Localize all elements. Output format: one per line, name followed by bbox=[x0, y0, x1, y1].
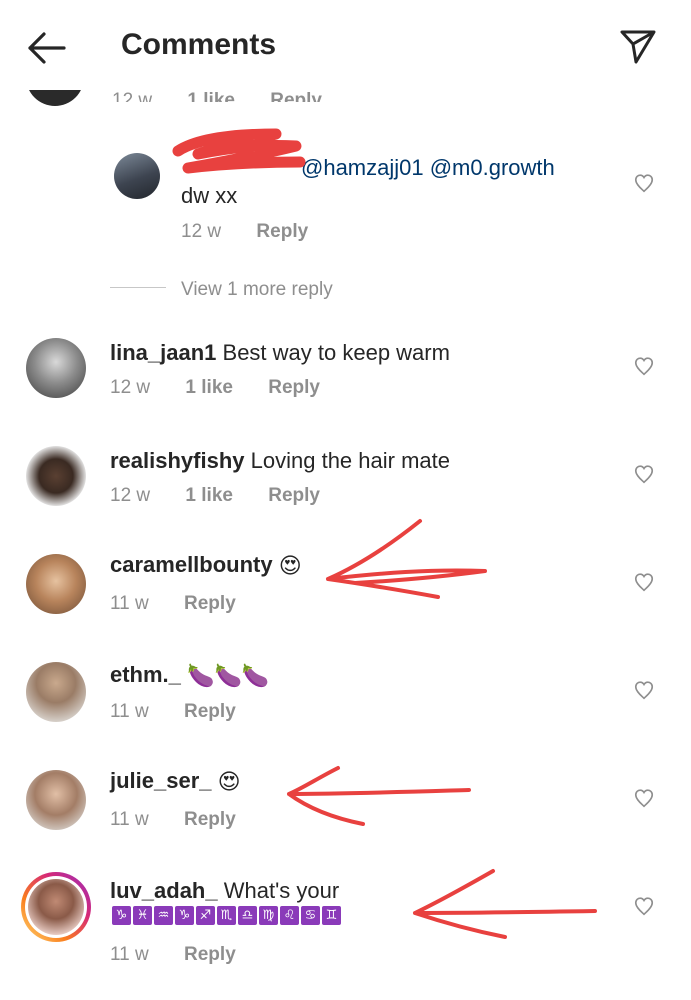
reply-button[interactable]: Reply bbox=[256, 221, 308, 242]
comment-text: caramellbounty 😍 bbox=[110, 552, 302, 579]
comment-text: realishyfishy Loving the hair mate bbox=[110, 448, 450, 474]
comment-time: 11 w bbox=[110, 809, 149, 830]
reply-button[interactable]: Reply bbox=[268, 485, 320, 506]
red-arrow-annotation bbox=[326, 519, 487, 599]
avatar-photo bbox=[28, 879, 84, 935]
comment-meta: 11 w Reply bbox=[110, 701, 236, 723]
reply-text: dw xx bbox=[181, 183, 238, 208]
heart-icon[interactable] bbox=[633, 895, 655, 917]
reply-button[interactable]: Reply bbox=[184, 944, 236, 965]
heart-icon[interactable] bbox=[633, 355, 655, 377]
heart-eyes-emoji: 😍 bbox=[278, 553, 302, 579]
aquarius-icon: ♒ bbox=[154, 906, 173, 925]
comment-meta: 11 w Reply bbox=[110, 944, 236, 966]
comment-time: 12 w bbox=[112, 90, 153, 102]
avatar[interactable] bbox=[26, 338, 86, 398]
comment-username[interactable]: luv_adah_ bbox=[110, 878, 218, 903]
reply-button[interactable]: Reply bbox=[184, 593, 236, 614]
reply-button[interactable]: Reply bbox=[184, 809, 236, 830]
mention-links[interactable]: @hamzajj01 @m0.growth bbox=[301, 155, 555, 180]
capricorn-icon: ♑ bbox=[112, 906, 131, 925]
reply-button[interactable]: Reply bbox=[270, 90, 322, 102]
heart-icon[interactable] bbox=[633, 787, 655, 809]
heart-icon[interactable] bbox=[633, 679, 655, 701]
comment-time: 12 w bbox=[181, 221, 222, 242]
avatar[interactable] bbox=[26, 554, 86, 614]
libra-icon: ♎ bbox=[238, 906, 257, 925]
comment-time: 11 w bbox=[110, 944, 149, 965]
comment-body: Loving the hair mate bbox=[250, 448, 450, 473]
cancer-icon: ♋ bbox=[301, 906, 320, 925]
comment-body: What's your bbox=[223, 878, 340, 903]
red-arrow-annotation bbox=[287, 766, 471, 826]
comment-meta: 12 w 1 like Reply bbox=[110, 485, 320, 507]
avatar[interactable] bbox=[26, 770, 86, 830]
comment-meta: 11 w Reply bbox=[110, 809, 236, 831]
reply-comment-text: @hamzajj01 @m0.growth bbox=[181, 155, 555, 181]
comment-body: Best way to keep warm bbox=[222, 340, 450, 365]
comment-text: lina_jaan1 Best way to keep warm bbox=[110, 340, 450, 366]
avatar[interactable] bbox=[114, 153, 160, 199]
reply-button[interactable]: Reply bbox=[184, 701, 236, 722]
comment-username[interactable]: ethm._ bbox=[110, 662, 181, 687]
comment-text: ethm._ 🍆🍆🍆 bbox=[110, 662, 269, 689]
leo-icon: ♌ bbox=[280, 906, 299, 925]
like-count[interactable]: 1 like bbox=[185, 377, 233, 398]
gemini-icon: ♊ bbox=[322, 906, 341, 925]
comment-time: 11 w bbox=[110, 701, 149, 722]
avatar[interactable] bbox=[26, 446, 86, 506]
reply-button[interactable]: Reply bbox=[268, 377, 320, 398]
virgo-icon: ♍ bbox=[259, 906, 278, 925]
comment-username[interactable]: lina_jaan1 bbox=[110, 340, 216, 365]
comment-meta: 11 w Reply bbox=[110, 593, 236, 615]
comment-time: 12 w bbox=[110, 485, 151, 506]
comment-time: 11 w bbox=[110, 593, 149, 614]
capricorn-icon: ♑ bbox=[175, 906, 194, 925]
view-more-replies[interactable]: View 1 more reply bbox=[181, 279, 333, 301]
scorpio-icon: ♏ bbox=[217, 906, 236, 925]
avatar[interactable] bbox=[26, 662, 86, 722]
red-arrow-annotation bbox=[413, 869, 597, 939]
back-arrow-icon[interactable] bbox=[24, 28, 68, 68]
comment-meta: 12 w Reply bbox=[181, 221, 308, 243]
heart-eyes-emoji: 😍 bbox=[217, 769, 241, 795]
header-bar: Comments bbox=[0, 0, 691, 90]
sagittarius-icon: ♐ bbox=[196, 906, 215, 925]
zodiac-symbols: ♑ ♓ ♒ ♑ ♐ ♏ ♎ ♍ ♌ ♋ ♊ bbox=[112, 906, 341, 925]
comment-username[interactable]: caramellbounty bbox=[110, 552, 273, 577]
heart-icon[interactable] bbox=[633, 571, 655, 593]
comment-username[interactable]: realishyfishy bbox=[110, 448, 245, 473]
view-more-divider bbox=[110, 287, 166, 288]
comment-text: julie_ser_ 😍 bbox=[110, 768, 241, 795]
pisces-icon: ♓ bbox=[133, 906, 152, 925]
comment-username[interactable]: julie_ser_ bbox=[110, 768, 212, 793]
comment-time: 12 w bbox=[110, 377, 151, 398]
comment-text: luv_adah_ What's your bbox=[110, 878, 339, 904]
page-title: Comments bbox=[121, 28, 277, 61]
like-count[interactable]: 1 like bbox=[185, 485, 233, 506]
comment-meta: 12 w 1 like Reply bbox=[110, 377, 320, 399]
eggplant-emoji: 🍆🍆🍆 bbox=[187, 663, 270, 689]
heart-icon[interactable] bbox=[633, 463, 655, 485]
send-icon[interactable] bbox=[618, 26, 658, 66]
heart-icon[interactable] bbox=[633, 172, 655, 194]
like-count[interactable]: 1 like bbox=[187, 90, 235, 102]
